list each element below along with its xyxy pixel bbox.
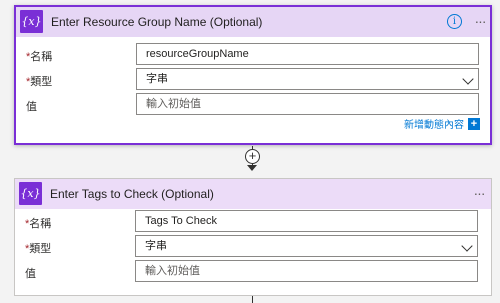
type-select-value: 字串 — [146, 73, 168, 85]
step-title[interactable]: Enter Resource Group Name (Optional) — [51, 15, 262, 29]
chevron-down-icon[interactable] — [462, 73, 474, 85]
type-label: *類型 — [26, 76, 53, 88]
step-header[interactable]: {x} Enter Tags to Check (Optional) ··· — [15, 179, 491, 209]
variable-icon: {x} — [19, 182, 42, 205]
variable-step-card-2[interactable]: {x} Enter Tags to Check (Optional) ··· *… — [14, 178, 492, 296]
variable-step-card-1[interactable]: {x} Enter Resource Group Name (Optional)… — [14, 5, 492, 145]
connector-line — [252, 296, 253, 303]
name-field-row: *名稱 resourceGroupName — [16, 43, 490, 65]
info-icon[interactable]: i — [447, 14, 462, 29]
value-input[interactable]: 輸入初始值 — [136, 93, 479, 115]
name-label: *名稱 — [25, 218, 52, 230]
add-dynamic-content-icon[interactable]: + — [468, 117, 480, 130]
type-select[interactable]: 字串 — [135, 235, 478, 257]
more-options-icon[interactable]: ··· — [472, 12, 488, 30]
name-input[interactable]: Tags To Check — [135, 210, 478, 232]
value-label: 值 — [26, 101, 37, 113]
name-label: *名稱 — [26, 51, 53, 63]
add-dynamic-content-link[interactable]: 新增動態內容 + — [404, 116, 480, 131]
value-input[interactable]: 輸入初始值 — [135, 260, 478, 282]
type-select-value: 字串 — [145, 240, 167, 252]
arrow-down-icon — [247, 165, 257, 171]
chevron-down-icon[interactable] — [461, 240, 473, 252]
step-header[interactable]: {x} Enter Resource Group Name (Optional)… — [16, 7, 490, 37]
value-field-row: 值 輸入初始值 — [15, 260, 491, 282]
type-label: *類型 — [25, 243, 52, 255]
add-dynamic-content-label[interactable]: 新增動態內容 — [404, 116, 464, 131]
name-field-row: *名稱 Tags To Check — [15, 210, 491, 232]
name-input[interactable]: resourceGroupName — [136, 43, 479, 65]
type-field-row: *類型 字串 — [15, 235, 491, 257]
type-field-row: *類型 字串 — [16, 68, 490, 90]
type-select[interactable]: 字串 — [136, 68, 479, 90]
value-label: 值 — [25, 268, 36, 280]
add-step-icon[interactable]: + — [245, 149, 260, 164]
variable-icon: {x} — [20, 10, 43, 33]
value-field-row: 值 輸入初始值 — [16, 93, 490, 115]
more-options-icon[interactable]: ··· — [471, 184, 487, 202]
step-title[interactable]: Enter Tags to Check (Optional) — [50, 187, 214, 201]
